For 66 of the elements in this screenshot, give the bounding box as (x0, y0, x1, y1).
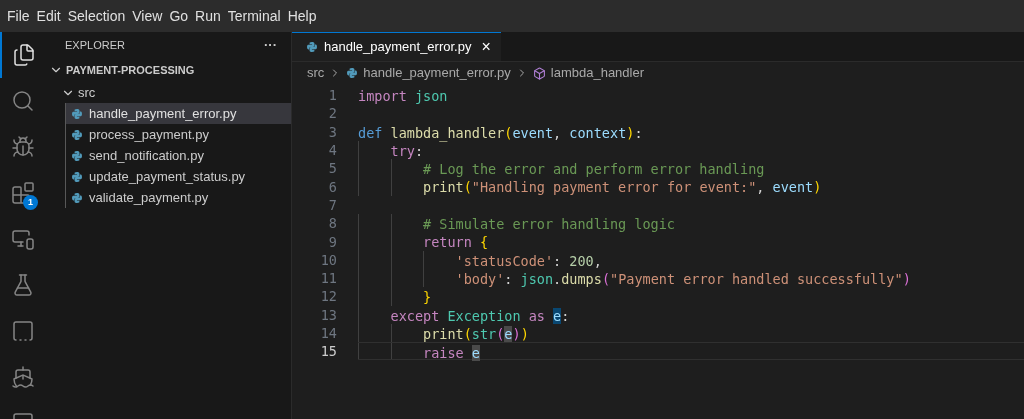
folder-item[interactable]: src (78, 82, 96, 103)
breadcrumb-item[interactable]: lambda_handler (550, 63, 644, 83)
badge: 1 (23, 195, 38, 210)
code-line: return { (422, 234, 489, 251)
breadcrumb-item[interactable]: src (307, 63, 325, 83)
code-line: print(str(e)) (422, 325, 529, 342)
tree-item[interactable]: handle_payment_error.py (66, 103, 291, 124)
cube-icon (532, 66, 546, 80)
python-icon (346, 67, 359, 79)
code-line: # Simulate error handling logic (422, 216, 675, 233)
square-icon[interactable] (10, 319, 35, 343)
code-line: try: (389, 142, 424, 159)
menu-item[interactable]: Edit (33, 5, 64, 27)
code-line: except Exception as e: (389, 307, 570, 324)
menu-item[interactable]: File (4, 5, 33, 27)
monitor-icon[interactable] (10, 227, 35, 251)
ship-icon[interactable] (10, 365, 35, 389)
line-number: 3 (327, 122, 337, 141)
python-icon (71, 149, 83, 162)
line-number: 13 (319, 305, 337, 324)
close-button[interactable]: × (481, 35, 491, 59)
code-line: raise e (422, 345, 480, 362)
code-line: print("Handling payment error for event:", event) (422, 179, 822, 196)
line-number: 7 (327, 195, 337, 214)
python-icon (71, 170, 83, 183)
line-number: 9 (327, 232, 337, 251)
code-line: 'statusCode': 200, (454, 252, 602, 269)
line-number: 14 (319, 324, 337, 342)
menu-item[interactable]: Help (284, 5, 320, 27)
blocks-icon[interactable] (10, 181, 35, 205)
python-icon (71, 191, 83, 204)
menu-item[interactable]: Go (166, 5, 192, 27)
tree-item[interactable]: update_payment_status.py (66, 166, 291, 187)
panel-title: EXPLORER (65, 37, 125, 53)
code-line: import json (358, 88, 448, 104)
tree-item[interactable]: validate_payment.py (66, 187, 291, 208)
python-icon (71, 107, 83, 120)
line-number: 15 (319, 342, 337, 361)
code-line: 'body': json.dumps("Payment error handled successfully") (454, 270, 911, 287)
line-number: 10 (319, 250, 337, 269)
code-line: # Log the error and perform error handling (422, 161, 765, 178)
project-folder[interactable]: PAYMENT-PROCESSING (66, 61, 195, 79)
line-number: 4 (327, 141, 337, 160)
menu-item[interactable]: Selection (64, 5, 129, 27)
search-icon[interactable] (10, 89, 35, 113)
python-icon (306, 41, 318, 53)
code-line: def lambda_handler(event, context): (358, 124, 643, 141)
breadcrumb-item[interactable]: handle_payment_error.py (363, 63, 511, 83)
line-number: 8 (327, 214, 337, 233)
files-icon[interactable] (11, 43, 36, 67)
code-line: } (422, 289, 432, 306)
python-icon (71, 128, 83, 141)
line-number: 5 (327, 159, 337, 178)
line-number: 12 (319, 287, 337, 306)
tree-item[interactable]: send_notification.py (66, 145, 291, 166)
menu-item[interactable]: Run (192, 5, 224, 27)
line-number: 1 (327, 86, 337, 105)
line-number: 2 (327, 104, 337, 123)
bug-icon[interactable] (10, 135, 35, 159)
menu-item[interactable]: Terminal (224, 5, 284, 27)
tree-item[interactable]: process_payment.py (66, 124, 291, 145)
editor-tab[interactable]: handle_payment_error.py × (292, 32, 501, 61)
more-actions[interactable]: ··· (264, 35, 277, 55)
line-number: 6 (327, 177, 337, 196)
menu-item[interactable]: View (129, 5, 166, 27)
line-number: 11 (319, 269, 337, 288)
